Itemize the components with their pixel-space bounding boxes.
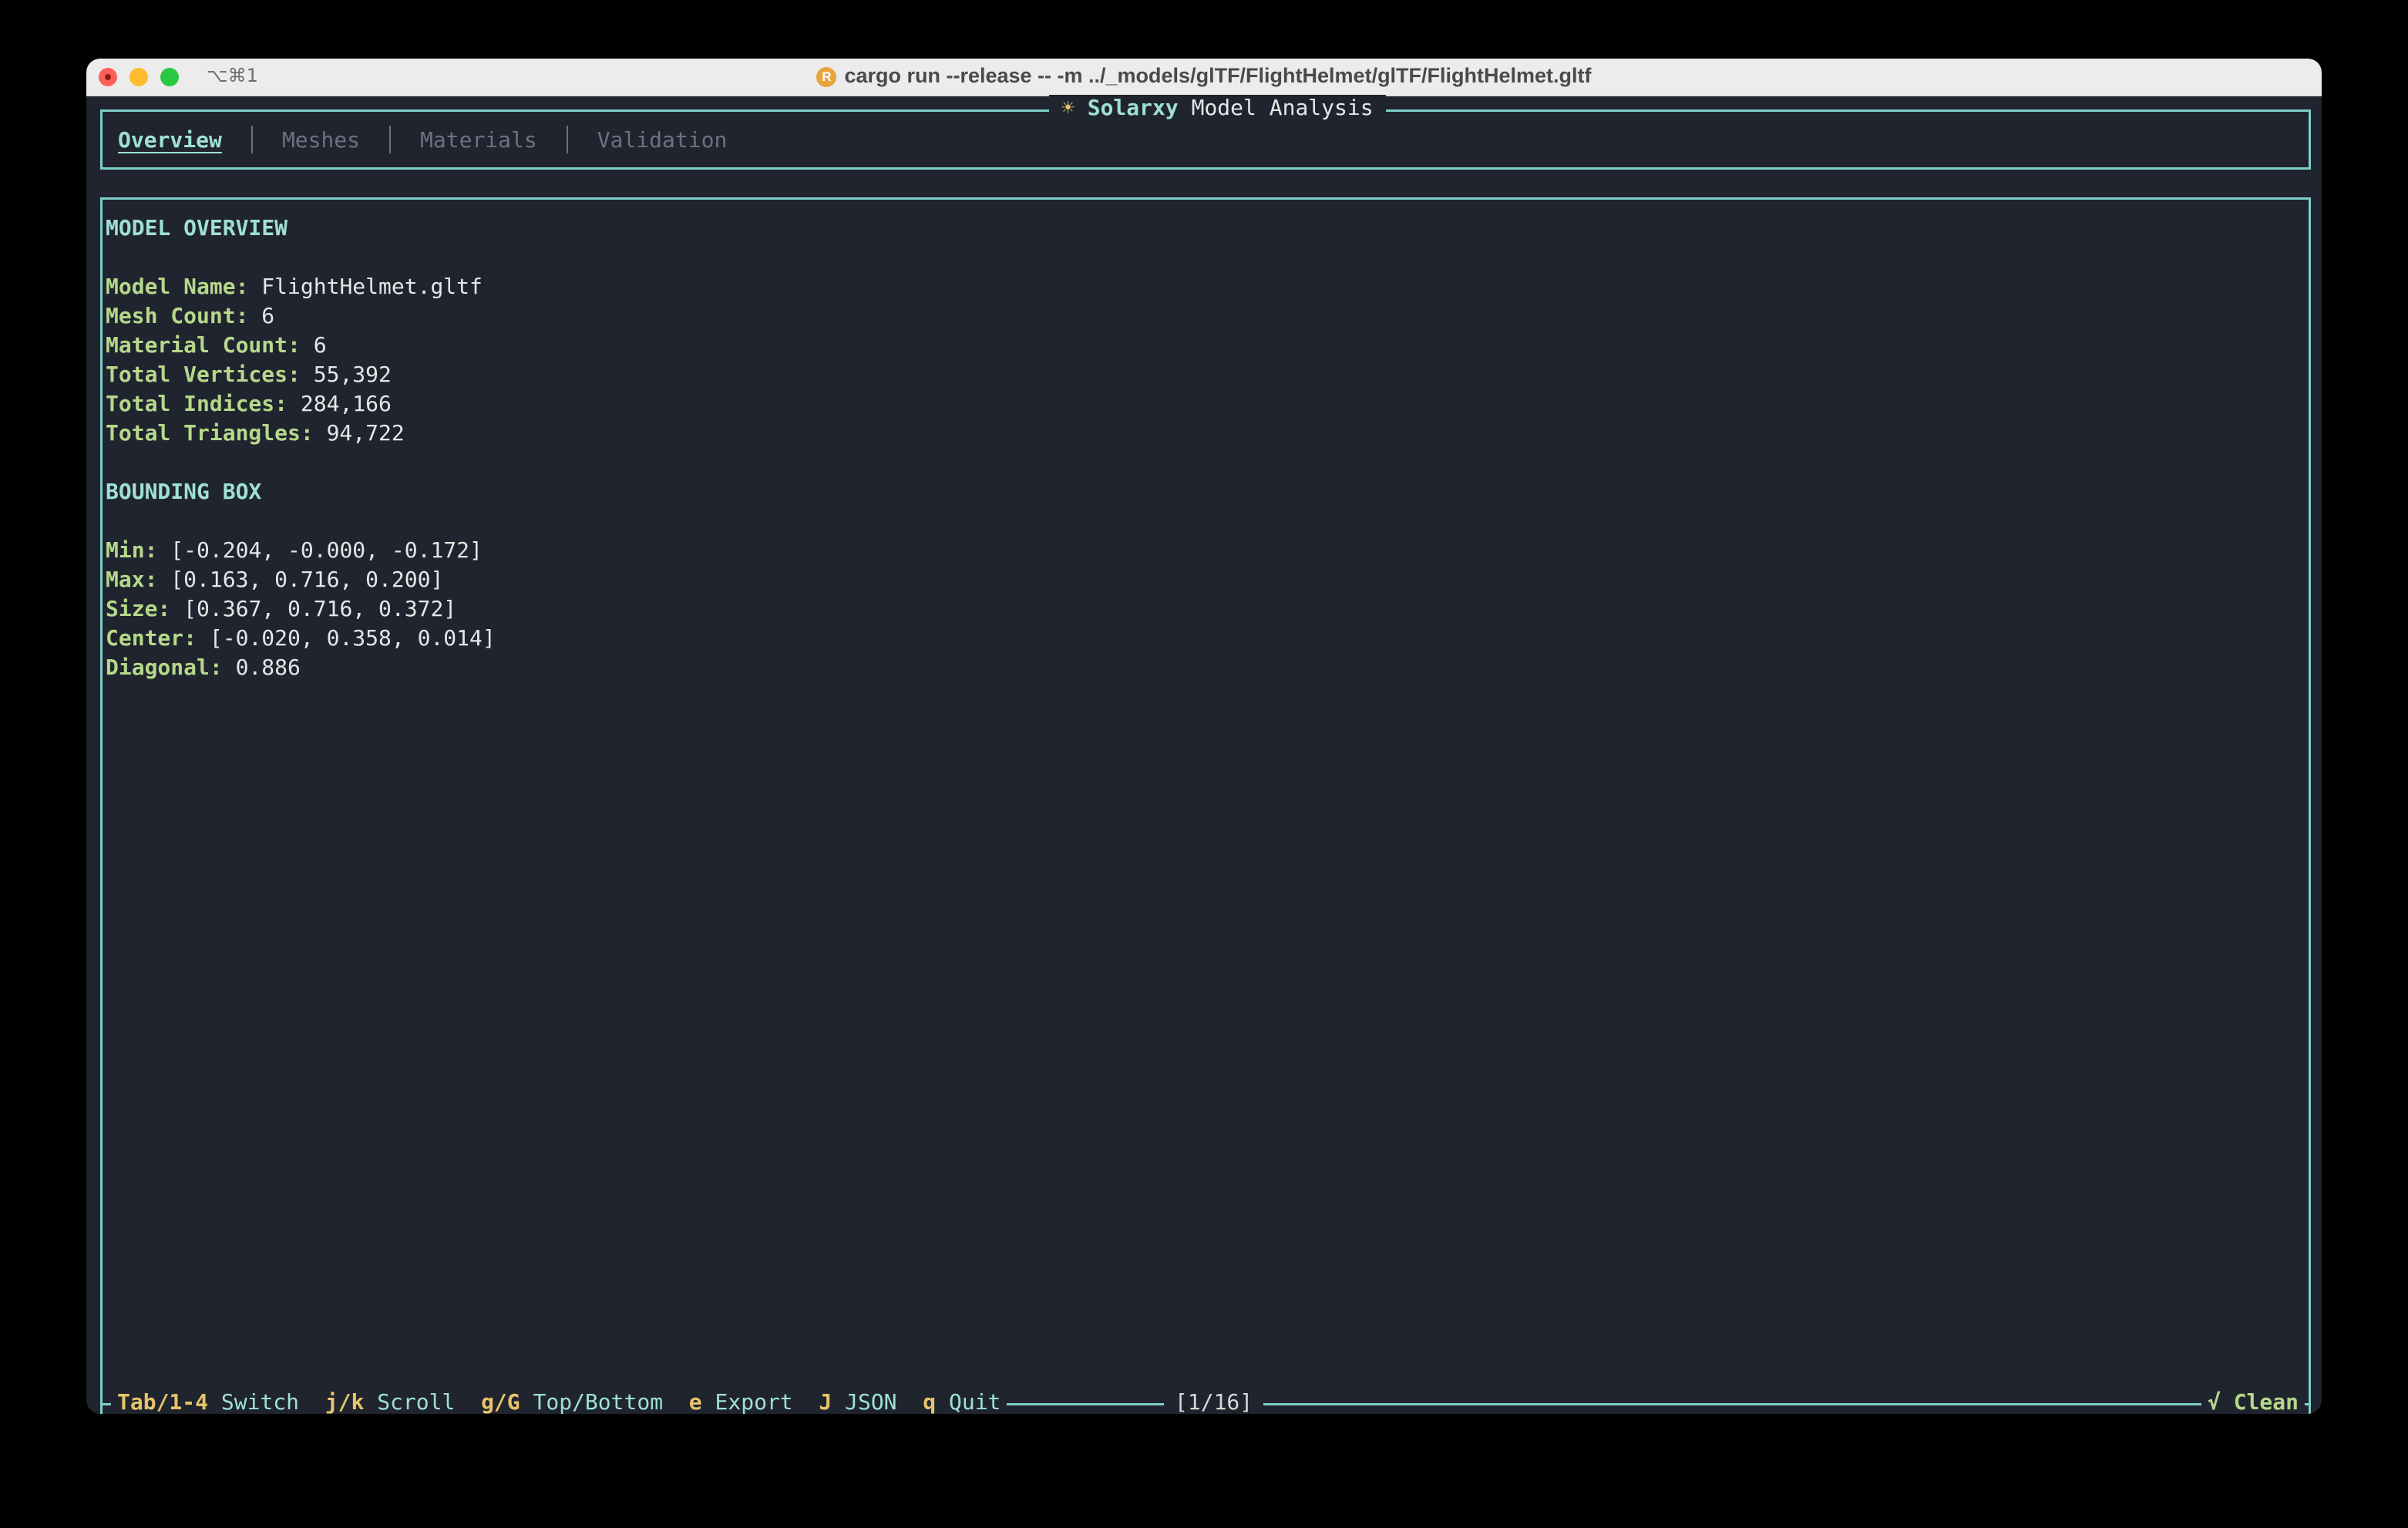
tab-separator (251, 126, 253, 153)
window-title-text: cargo run --release -- -m ../_models/glT… (844, 64, 1592, 87)
desc-quit: Quit (948, 1389, 1001, 1414)
key-gG: g/G (481, 1389, 520, 1414)
row-value: 55,392 (313, 362, 392, 387)
content-panel[interactable]: MODEL OVERVIEW Model Name: FlightHelmet.… (100, 197, 2311, 1414)
tab-overview[interactable]: Overview (118, 127, 236, 153)
desc-export: Export (715, 1389, 793, 1414)
bbox-size-row: Size: [0.367, 0.716, 0.372] (106, 594, 496, 624)
tab-materials[interactable]: Materials (406, 127, 551, 153)
bbox-center-row: Center: [-0.020, 0.358, 0.014] (106, 624, 496, 653)
row-value: [-0.020, 0.358, 0.014] (209, 625, 496, 651)
row-key: Size: (106, 596, 171, 621)
row-key: Total Indices: (106, 391, 288, 416)
total-triangles-row: Total Triangles: 94,722 (106, 419, 496, 448)
desc-top-bottom: Top/Bottom (533, 1389, 664, 1414)
key-jk: j/k (325, 1389, 365, 1414)
row-value: FlightHelmet.gltf (261, 274, 483, 299)
row-key: Max: (106, 567, 158, 592)
desc-switch: Switch (220, 1389, 300, 1414)
footer-bar: Tab/1-4 Switch j/k Scroll g/G Top/Bottom… (100, 1388, 2311, 1414)
keybindings-help: Tab/1-4 Switch j/k Scroll g/G Top/Bottom… (111, 1389, 1007, 1414)
rust-icon: R (816, 67, 837, 87)
border-corner (100, 1388, 103, 1403)
sun-icon: ☀ (1061, 95, 1075, 120)
row-value: 284,166 (300, 391, 392, 416)
bbox-diagonal-row: Diagonal: 0.886 (106, 653, 496, 682)
key-e: e (688, 1389, 702, 1414)
key-q: q (923, 1389, 937, 1414)
material-count-row: Material Count: 6 (106, 331, 496, 360)
window-titlebar: ⌥⌘1 Rcargo run --release -- -m ../_model… (86, 59, 2322, 96)
app-title: ☀ Solarxy Model Analysis (1049, 95, 1386, 120)
bbox-min-row: Min: [-0.204, -0.000, -0.172] (106, 536, 496, 565)
window-title: Rcargo run --release -- -m ../_models/gl… (86, 64, 2322, 88)
row-key: Model Name: (106, 274, 249, 299)
tab-separator (566, 126, 568, 153)
mesh-count-row: Mesh Count: 6 (106, 301, 496, 331)
page-indicator: [1/16] (1164, 1389, 1264, 1414)
row-key: Diagonal: (106, 655, 223, 680)
row-key: Total Triangles: (106, 420, 314, 446)
total-indices-row: Total Indices: 284,166 (106, 389, 496, 419)
row-key: Material Count: (106, 332, 301, 358)
border-corner (2309, 1388, 2311, 1403)
bbox-max-row: Max: [0.163, 0.716, 0.200] (106, 565, 496, 594)
row-value: [0.163, 0.716, 0.200] (170, 567, 444, 592)
app-title-rest: Model Analysis (1178, 95, 1374, 120)
row-value: 6 (261, 303, 275, 328)
key-tab: Tab/1-4 (117, 1389, 209, 1414)
tab-meshes[interactable]: Meshes (268, 127, 374, 153)
tab-bar: Overview Meshes Materials Validation (118, 126, 741, 153)
row-key: Center: (106, 625, 197, 651)
key-J: J (819, 1389, 832, 1414)
total-vertices-row: Total Vertices: 55,392 (106, 360, 496, 389)
tab-separator (389, 126, 392, 153)
row-value: 6 (313, 332, 327, 358)
row-key: Mesh Count: (106, 303, 249, 328)
model-overview-heading: MODEL OVERVIEW (106, 215, 288, 241)
app-brand: Solarxy (1087, 95, 1179, 120)
row-value: 0.886 (235, 655, 301, 680)
bounding-box-heading: BOUNDING BOX (106, 479, 262, 504)
row-value: 94,722 (326, 420, 405, 446)
overview-content: MODEL OVERVIEW Model Name: FlightHelmet.… (106, 214, 496, 682)
row-value: [0.367, 0.716, 0.372] (183, 596, 457, 621)
row-value: [-0.204, -0.000, -0.172] (170, 537, 483, 563)
tabs-panel: ☀ Solarxy Model Analysis Overview Meshes… (100, 95, 2311, 170)
model-name-row: Model Name: FlightHelmet.gltf (106, 272, 496, 301)
terminal-window: ⌥⌘1 Rcargo run --release -- -m ../_model… (86, 59, 2322, 1414)
tab-validation[interactable]: Validation (584, 127, 742, 153)
validation-status: √ Clean (2201, 1389, 2305, 1414)
row-key: Total Vertices: (106, 362, 301, 387)
desc-json: JSON (845, 1389, 897, 1414)
desc-scroll: Scroll (377, 1389, 456, 1414)
row-key: Min: (106, 537, 158, 563)
